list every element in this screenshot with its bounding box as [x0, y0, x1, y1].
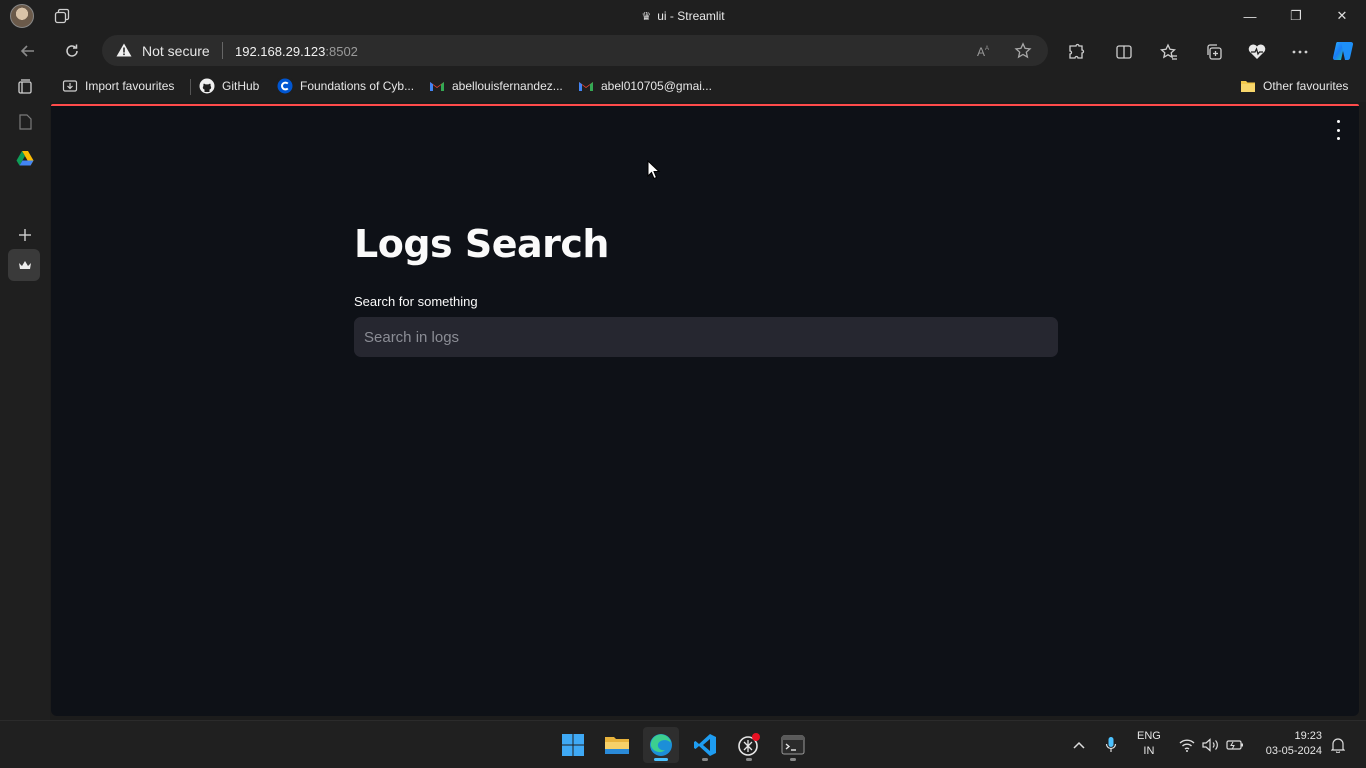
- refresh-icon: [66, 44, 78, 57]
- tab-actions-icon[interactable]: [13, 75, 37, 99]
- taskbar-terminal[interactable]: [775, 727, 811, 763]
- fav-import-favourites[interactable]: Import favourites: [62, 78, 174, 94]
- running-indicator: [790, 758, 796, 761]
- security-status[interactable]: Not secure: [142, 43, 210, 59]
- copilot-icon[interactable]: [1330, 38, 1356, 64]
- new-tab-plus-icon[interactable]: [13, 223, 37, 247]
- browser-sidebar: [0, 70, 50, 720]
- terminal-icon: [781, 735, 805, 755]
- back-button[interactable]: [16, 39, 40, 63]
- wifi-icon[interactable]: [1177, 735, 1197, 755]
- windows-taskbar: ENG IN 19:23 03-05-2024: [0, 720, 1366, 768]
- streamlit-icon: ♛: [641, 11, 652, 23]
- mouse-cursor-icon: [647, 160, 661, 180]
- url-host: 192.168.29.123: [235, 44, 326, 59]
- gmail-icon: [578, 78, 594, 94]
- import-icon: [62, 78, 78, 94]
- address-bar[interactable]: Not secure 192.168.29.123:8502 AA: [102, 35, 1048, 66]
- window-title: ♛ ui - Streamlit: [641, 9, 725, 23]
- show-hidden-icons-chevron-up-icon[interactable]: [1069, 735, 1089, 755]
- streamlit-decoration-bar: [51, 104, 1359, 106]
- collections-icon[interactable]: [1203, 41, 1225, 63]
- clock-time: 19:23: [1294, 730, 1322, 742]
- read-aloud-icon[interactable]: AA: [974, 41, 994, 61]
- fav-label: abellouisfernandez...: [452, 79, 563, 93]
- chatgpt-icon: [738, 733, 760, 756]
- fav-gmail-abellouisfernandez[interactable]: abellouisfernandez...: [429, 78, 563, 94]
- arrow-left-icon: [20, 45, 34, 57]
- notifications-bell-icon[interactable]: [1328, 735, 1348, 755]
- url-port: :8502: [325, 44, 358, 59]
- search-input[interactable]: [354, 317, 1058, 357]
- restore-button[interactable]: ❐: [1273, 0, 1319, 32]
- navigation-bar: Not secure 192.168.29.123:8502 AA: [0, 32, 1366, 70]
- url-text[interactable]: 192.168.29.123:8502: [235, 44, 358, 59]
- running-indicator: [702, 758, 708, 761]
- svg-text:A: A: [985, 46, 989, 52]
- folder-icon: [1240, 78, 1256, 94]
- clock[interactable]: 19:23 03-05-2024: [1256, 729, 1322, 759]
- fav-label: Other favourites: [1263, 79, 1349, 93]
- close-button[interactable]: ✕: [1319, 0, 1365, 32]
- language-code: ENG: [1137, 730, 1161, 742]
- clock-date: 03-05-2024: [1265, 745, 1322, 757]
- fav-foundations-of-cyb[interactable]: Foundations of Cyb...: [277, 78, 414, 94]
- battery-icon[interactable]: [1225, 735, 1245, 755]
- warning-icon: [116, 43, 132, 57]
- streamlit-app-view: Logs Search Search for something: [51, 104, 1359, 716]
- fav-label: abel010705@gmai...: [601, 79, 712, 93]
- split-screen-icon[interactable]: [1113, 41, 1135, 63]
- region-code: IN: [1143, 745, 1155, 757]
- favourites-separator: [190, 79, 191, 95]
- fav-other-favourites[interactable]: Other favourites: [1240, 78, 1348, 94]
- fav-label: Foundations of Cyb...: [300, 79, 415, 93]
- coursera-icon: [277, 78, 293, 94]
- microphone-icon[interactable]: [1101, 735, 1121, 755]
- start-button[interactable]: [555, 727, 591, 763]
- active-indicator: [654, 758, 668, 761]
- gmail-icon: [429, 78, 445, 94]
- running-indicator: [746, 758, 752, 761]
- favourites-bar: Import favourites GitHub Foundations of …: [50, 70, 1366, 102]
- taskbar-edge[interactable]: [643, 727, 679, 763]
- document-tab-icon[interactable]: [13, 110, 37, 134]
- favourites-icon[interactable]: [1158, 41, 1180, 63]
- github-icon: [199, 78, 215, 94]
- browser-title-bar: ♛ ui - Streamlit — ❐ ✕: [0, 0, 1366, 32]
- volume-icon[interactable]: [1201, 735, 1221, 755]
- taskbar-vscode[interactable]: [687, 727, 723, 763]
- minimize-button[interactable]: —: [1227, 0, 1273, 32]
- taskbar-chatgpt[interactable]: [731, 727, 767, 763]
- main-menu-icon[interactable]: [1332, 120, 1344, 140]
- address-separator: [222, 42, 223, 59]
- svg-text:A: A: [977, 45, 985, 59]
- fav-label: Import favourites: [85, 79, 175, 93]
- extensions-icon[interactable]: [1065, 41, 1087, 63]
- input-language-indicator[interactable]: ENG IN: [1137, 729, 1161, 759]
- refresh-button[interactable]: [60, 39, 84, 63]
- edge-icon: [650, 734, 672, 756]
- vscode-icon: [694, 734, 716, 756]
- fav-gmail-abel010705[interactable]: abel010705@gmai...: [578, 78, 712, 94]
- fav-github[interactable]: GitHub: [199, 78, 259, 94]
- streamlit-tab-icon[interactable]: [13, 253, 37, 277]
- search-label: Search for something: [354, 294, 478, 309]
- add-favourite-star-icon[interactable]: [1013, 41, 1033, 61]
- page-title: Logs Search: [354, 222, 609, 266]
- windows-logo-icon: [562, 734, 584, 756]
- folder-icon: [605, 737, 629, 754]
- more-options-icon[interactable]: [1289, 41, 1311, 63]
- browser-essentials-icon[interactable]: [1246, 41, 1268, 63]
- google-drive-icon[interactable]: [13, 146, 37, 170]
- fav-label: GitHub: [222, 79, 260, 93]
- taskbar-file-explorer[interactable]: [599, 727, 635, 763]
